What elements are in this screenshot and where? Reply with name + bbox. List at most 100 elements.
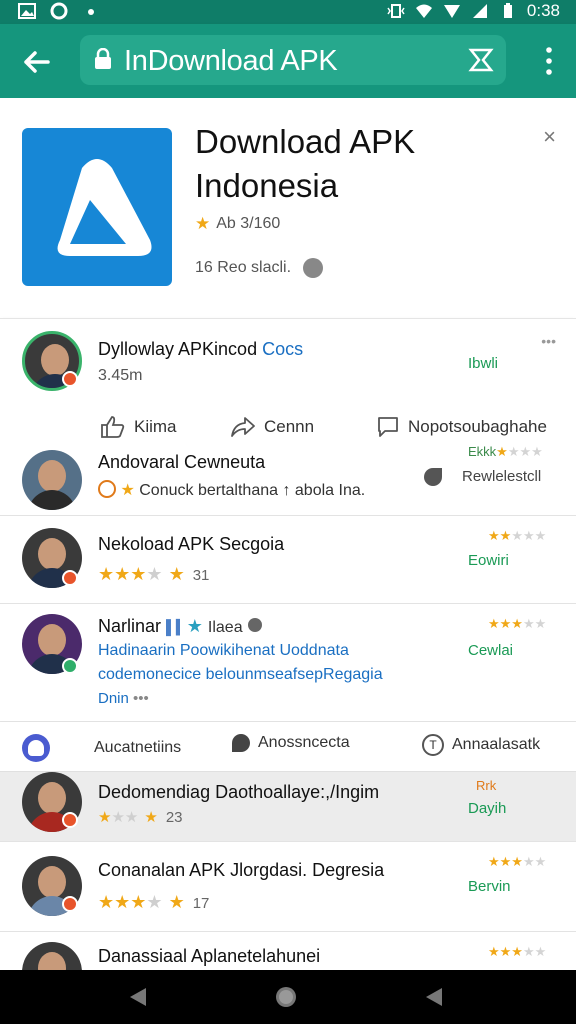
mini-rating: ★★★★★ [488, 854, 547, 869]
featured-link[interactable]: Cocs [262, 339, 303, 359]
list-item-desc: Dnin ••• [98, 690, 149, 707]
tabs-icon[interactable] [468, 47, 494, 73]
recents-nav-icon[interactable] [422, 985, 446, 1009]
list-item-action[interactable]: Rewlelestcll [462, 468, 541, 485]
mini-rating: ★★★★★ [488, 616, 547, 631]
verified-badge [62, 371, 78, 387]
status-time: 0:38 [526, 1, 560, 20]
target-icon [98, 480, 116, 498]
rating-stars: Ekkk★★★★ [468, 444, 543, 459]
rating-stars: ★★★ ★ 23 [98, 809, 183, 826]
arrow-left-icon[interactable] [18, 44, 54, 80]
list-item-title: Conanalan APK Jlorgdasi. Degresia [98, 860, 385, 880]
app-banner[interactable]: Download APK Indonesia × ★ Ab 3/160 16 R… [0, 98, 576, 318]
audio-icon[interactable] [424, 468, 442, 486]
wifi-icon [415, 4, 432, 18]
share-label: Cennn [264, 417, 315, 436]
verified-badge [62, 570, 78, 586]
list-item-action[interactable]: Bervin [468, 878, 511, 895]
list-item-action[interactable]: Eowiri [468, 552, 509, 569]
featured-post[interactable]: Dyllowlay APKincod Cocs 3.45m Ibwli ••• … [0, 318, 576, 448]
rating-label: Ekkk [468, 444, 497, 459]
address-bar[interactable]: InDownload APK [80, 35, 506, 85]
list-item-desc: codemonecice belounmseafsepRegagia [98, 666, 383, 683]
list-item[interactable]: Narlinar ▌▍★ Ilaea Hadinaarin Poowikihen… [0, 604, 576, 722]
app-title: Download APK Indonesia [195, 120, 495, 208]
more-horiz-icon[interactable]: ••• [541, 333, 556, 349]
app-title-line1: Download APK [195, 123, 416, 160]
vibrate-icon [387, 4, 405, 18]
app-rating-text: Ab 3/160 [216, 215, 281, 232]
close-icon[interactable]: × [543, 124, 556, 150]
status-bar: 0:38 [0, 0, 576, 24]
list-item[interactable]: Andovaral Cewneuta ★ Conuck bertalthana … [0, 444, 576, 516]
star-icon: ★ [120, 482, 135, 499]
browser-toolbar: InDownload APK [0, 24, 576, 98]
system-nav-bar [0, 970, 576, 1024]
thumbs-up-icon [101, 416, 125, 438]
comment-icon [378, 417, 398, 437]
mini-rating: ★★★★★ [488, 528, 547, 543]
mini-rating: ★★★★★ [488, 944, 547, 959]
back-nav-icon[interactable] [126, 985, 150, 1009]
shield-icon [22, 734, 50, 762]
rating-stars: ★★★★ ★ 31 [98, 564, 210, 584]
list-item[interactable]: Conanalan APK Jlorgdasi. Degresia ★★★★ ★ 1… [0, 842, 576, 932]
battery-icon [503, 3, 512, 18]
app-rating: ★ Ab 3/160 [195, 214, 280, 234]
verified-badge [62, 896, 78, 912]
like-label: Kiima [134, 417, 177, 436]
avatar [22, 450, 82, 510]
chart-icon: ▌▍ [166, 619, 187, 635]
list-item[interactable]: Nekoload APK Secgoia ★★★★ ★ 31 ★★★★★ Eowir… [0, 516, 576, 604]
comment-label: Nopotsoubaghahe [408, 417, 547, 436]
featured-title: Dyllowlay APKincod Cocs [98, 339, 304, 359]
sync-icon [50, 2, 68, 20]
cell-signal-icon [472, 4, 487, 18]
tag-icon: T [422, 734, 444, 756]
app-meta-text: 16 Reo slacli. [195, 259, 292, 276]
list-item-title: Andovaral Cewneuta [98, 452, 266, 472]
filter-bar: Aucatnetiins Anossncecta T Annaalasatk [0, 722, 576, 772]
globe-icon [303, 258, 324, 278]
info-icon [247, 618, 262, 632]
share-button[interactable]: Cennn [230, 416, 314, 438]
app-meta: 16 Reo slacli. [195, 258, 324, 278]
rating-count: 23 [165, 809, 183, 826]
list-item-action[interactable]: Cewlai [468, 642, 513, 659]
post-actions: Kiima Cennn Nopotsoubaghahe [0, 407, 576, 447]
gallery-icon [18, 3, 36, 19]
url-text: InDownload APK [124, 45, 338, 77]
verified-badge [62, 812, 78, 828]
chat-bubble-icon [232, 734, 250, 752]
filter-chip-2[interactable]: Anossncecta [232, 734, 350, 752]
list-item-title: Narlinar ▌▍★ Ilaea [98, 616, 262, 637]
home-nav-icon[interactable] [274, 985, 298, 1009]
notification-dot-icon [88, 9, 94, 15]
rating-stars: ★★★★ ★ 17 [98, 892, 210, 912]
list-item[interactable]: Danassiaal Aplanetelahunei ★★★★★ [0, 932, 576, 970]
app-logo-icon [22, 128, 172, 286]
list-item-action[interactable]: Dayih [468, 800, 506, 817]
rating-count: 17 [192, 895, 210, 912]
rating-count: 31 [192, 567, 210, 584]
app-title-line2: Indonesia [195, 167, 339, 204]
list-item-subtitle: ★ Conuck bertalthana ↑ abola Ina. [98, 480, 365, 500]
star-icon: ★ [195, 214, 211, 233]
featured-size: 3.45m [98, 367, 143, 384]
more-vert-icon[interactable] [542, 46, 556, 76]
list-item-desc: Hadinaarin Poowikihenat Uoddnata [98, 642, 349, 659]
filter-chip-1[interactable]: Aucatnetiins [22, 734, 181, 762]
avatar [22, 942, 82, 970]
comment-button[interactable]: Nopotsoubaghahe [376, 415, 547, 439]
mini-rating: Rrk [476, 778, 497, 793]
list-item-title: Danassiaal Aplanetelahunei [98, 946, 321, 966]
list-item-title: Dedomendiag Daothoallaye:,/Ingim [98, 782, 380, 802]
like-button[interactable]: Kiima [100, 415, 177, 439]
list-item-title: Nekoload APK Secgoia [98, 534, 285, 554]
list-item[interactable]: Dedomendiag Daothoallaye:,/Ingim ★★★ ★ 23 … [0, 772, 576, 842]
signal-icon [443, 5, 460, 18]
verified-badge [62, 658, 78, 674]
featured-action[interactable]: Ibwli [468, 355, 498, 372]
filter-chip-3[interactable]: T Annaalasatk [422, 734, 540, 756]
